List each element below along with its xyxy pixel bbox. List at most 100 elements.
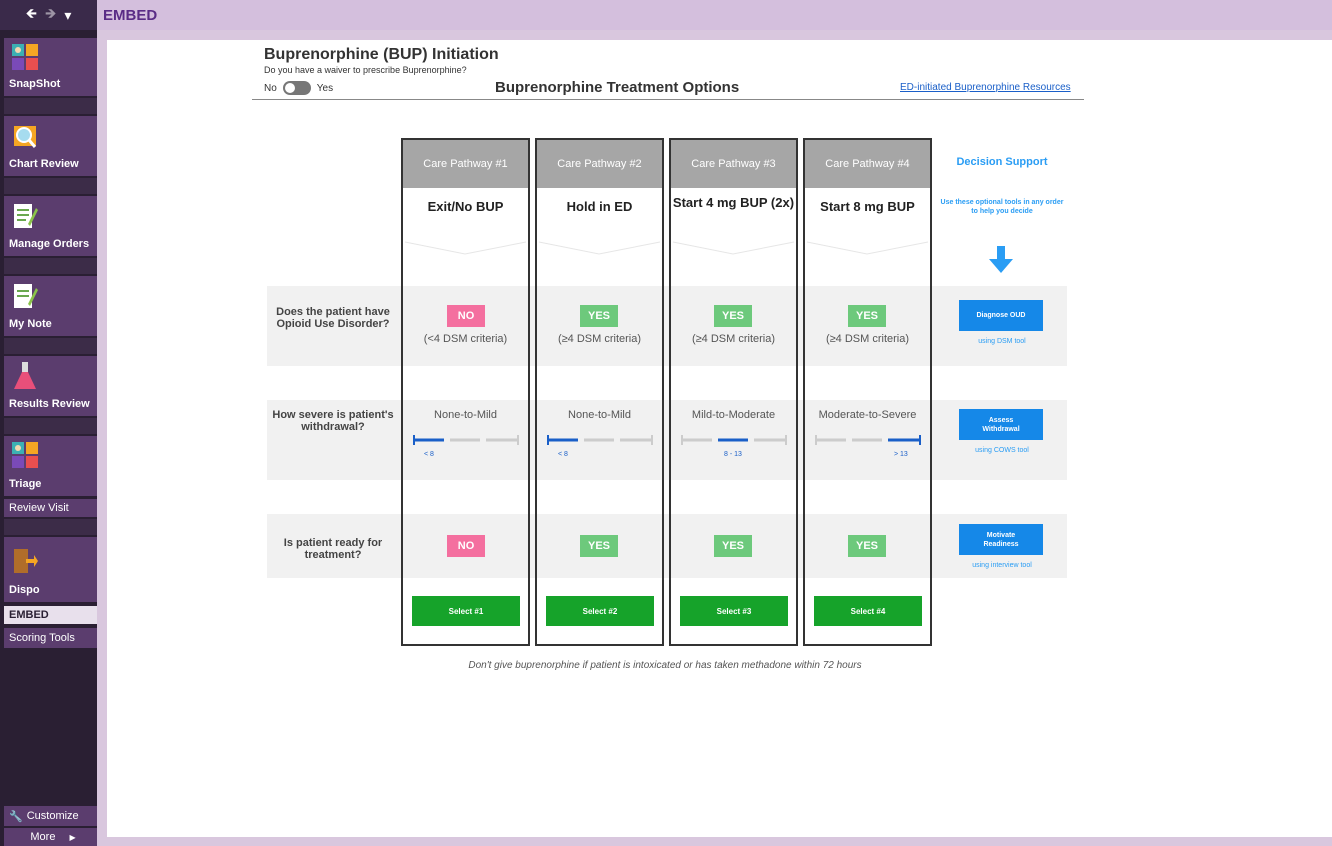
severity-range: > 13 — [894, 451, 908, 458]
toggle-knob — [284, 83, 295, 93]
waiver-question: Do you have a waiver to prescribe Bupren… — [264, 65, 467, 75]
sidebar-divider — [4, 98, 97, 114]
pathway-header: Care Pathway #1 — [403, 140, 528, 188]
sidebar-item-label: My Note — [9, 318, 52, 330]
waiver-toggle[interactable] — [282, 81, 311, 95]
question-readiness: Is patient ready for treatment? — [283, 537, 383, 561]
dsm-tool-link[interactable]: using DSM tool — [940, 338, 1064, 345]
pathway-title: Exit/No BUP — [427, 199, 504, 214]
sidebar-divider — [4, 418, 97, 434]
note-icon — [14, 284, 38, 308]
page-title: Buprenorphine (BUP) Initiation — [264, 46, 499, 63]
chevron-down-icon — [538, 241, 661, 255]
sidebar-item-label: Dispo — [9, 584, 40, 596]
treatment-options-title: Buprenorphine Treatment Options — [495, 79, 740, 96]
pathway-column-4: Care Pathway #4 Start 8 mg BUP — [803, 138, 932, 646]
more-label: More — [30, 831, 56, 843]
readiness-badge-yes: YES — [580, 535, 618, 557]
select-pathway-2-button[interactable]: Select #2 — [546, 596, 654, 626]
readiness-badge-yes: YES — [714, 535, 752, 557]
footer-warning: Don't give buprenorphine if patient is i… — [468, 660, 862, 671]
decision-support-title: Decision Support — [956, 156, 1048, 168]
waiver-toggle-row: No Yes — [264, 81, 333, 95]
severity-range: 8 - 13 — [724, 451, 742, 458]
sidebar-item-label: Triage — [9, 478, 42, 490]
severity-label: None-to-Mild — [568, 409, 631, 421]
pathway-header: Care Pathway #3 — [671, 140, 796, 188]
oud-badge-yes: YES — [848, 305, 886, 327]
flask-icon — [14, 362, 36, 389]
pathway-header: Care Pathway #4 — [805, 140, 930, 188]
sidebar-item-review-visit[interactable]: Review Visit — [4, 499, 97, 517]
severity-label: Mild-to-Moderate — [691, 409, 776, 421]
wrench-icon: 🔧 — [9, 810, 23, 823]
select-pathway-3-button[interactable]: Select #3 — [680, 596, 788, 626]
severity-label: None-to-Mild — [434, 409, 497, 421]
customize-button[interactable]: 🔧 Customize — [4, 806, 97, 826]
sidebar-item-manage-orders[interactable]: Manage Orders — [4, 196, 97, 256]
pathway-header: Care Pathway #2 — [537, 140, 662, 188]
window-title: EMBED — [103, 7, 158, 24]
resources-link[interactable]: ED-initiated Buprenorphine Resources — [900, 82, 1071, 93]
oud-criteria: (≥4 DSM criteria) — [825, 333, 910, 345]
severity-scale — [547, 435, 653, 445]
sidebar-item-snapshot[interactable]: SnapShot — [4, 38, 97, 96]
pathway-title: Start 8 mg BUP — [820, 199, 915, 214]
severity-scale — [413, 435, 519, 445]
customize-label: Customize — [26, 810, 79, 822]
top-bar — [0, 0, 1332, 30]
severity-range: < 8 — [424, 451, 434, 458]
pathway-title: Start 4 mg BUP (2x) — [672, 195, 795, 210]
manage-orders-icon — [14, 204, 38, 228]
toggle-yes-label: Yes — [316, 82, 334, 94]
sidebar-item-triage[interactable]: Triage — [4, 436, 97, 496]
oud-badge-yes: YES — [714, 305, 752, 327]
chevron-down-icon — [404, 241, 527, 255]
readiness-badge-yes: YES — [848, 535, 886, 557]
toggle-no-label: No — [264, 82, 277, 94]
decision-support-subtitle: Use these optional tools in any order to… — [940, 199, 1064, 215]
assess-withdrawal-button[interactable]: Assess Withdrawal — [959, 409, 1043, 440]
pathway-column-2: Care Pathway #2 Hold in ED — [535, 138, 664, 646]
sidebar-divider — [4, 178, 97, 194]
pathway-title: Hold in ED — [566, 199, 633, 214]
forward-arrow-icon[interactable]: 🡺 — [45, 3, 56, 27]
sidebar-item-dispo[interactable]: Dispo — [4, 537, 97, 602]
oud-criteria: (<4 DSM criteria) — [423, 333, 508, 345]
motivate-readiness-button[interactable]: Motivate Readiness — [959, 524, 1043, 555]
interview-tool-link[interactable]: using interview tool — [940, 562, 1064, 569]
sidebar-item-label: SnapShot — [9, 78, 61, 90]
oud-badge-no: NO — [447, 305, 485, 327]
nav-controls: 🡸 🡺 ▾ — [0, 0, 97, 30]
sidebar-divider — [4, 258, 97, 274]
sidebar-item-scoring-tools[interactable]: Scoring Tools — [4, 628, 97, 648]
oud-badge-yes: YES — [580, 305, 618, 327]
chevron-right-icon: ▶ — [69, 832, 76, 842]
pathway-column-1: Care Pathway #1 Exit/No BUP — [401, 138, 530, 646]
chevron-down-icon — [806, 241, 929, 255]
snapshot-icon — [12, 44, 38, 70]
cows-tool-link[interactable]: using COWS tool — [940, 447, 1064, 454]
severity-scale — [681, 435, 787, 445]
door-exit-icon — [14, 549, 38, 573]
nav-menu-icon[interactable]: ▾ — [64, 7, 71, 24]
sidebar-item-embed[interactable]: EMBED — [4, 606, 97, 624]
severity-range: < 8 — [558, 451, 568, 458]
diagnose-oud-button[interactable]: Diagnose OUD — [959, 300, 1043, 331]
sidebar-item-label: Manage Orders — [9, 238, 90, 250]
severity-scale — [815, 435, 921, 445]
sidebar-item-label: Results Review — [9, 398, 90, 410]
triage-icon — [12, 442, 38, 468]
back-arrow-icon[interactable]: 🡸 — [26, 3, 37, 27]
chart-review-icon — [14, 126, 37, 148]
question-oud: Does the patient have Opioid Use Disorde… — [276, 306, 390, 330]
select-pathway-4-button[interactable]: Select #4 — [814, 596, 922, 626]
sidebar-divider — [4, 338, 97, 354]
select-pathway-1-button[interactable]: Select #1 — [412, 596, 520, 626]
more-button[interactable]: More ▶ — [4, 828, 97, 846]
sidebar-item-chart-review[interactable]: Chart Review — [4, 116, 97, 176]
sidebar-item-results-review[interactable]: Results Review — [4, 356, 97, 416]
sidebar-item-my-note[interactable]: My Note — [4, 276, 97, 336]
readiness-badge-no: NO — [447, 535, 485, 557]
oud-criteria: (≥4 DSM criteria) — [557, 333, 642, 345]
